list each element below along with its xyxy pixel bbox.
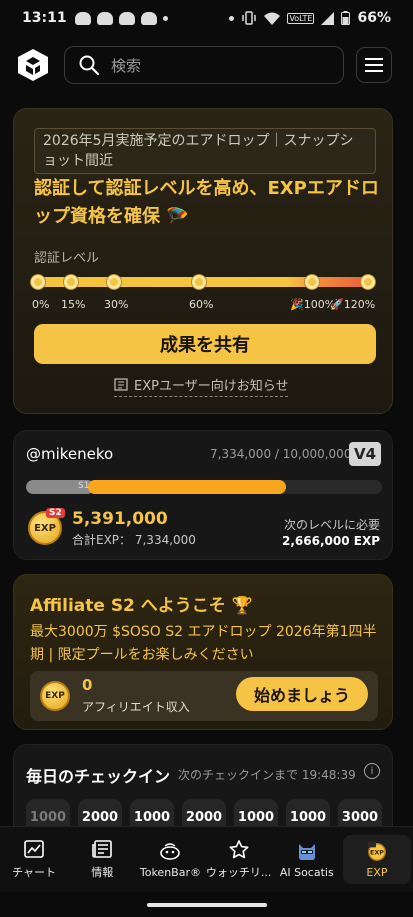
level-badge: V4 <box>349 442 381 466</box>
more-notifications-icon <box>162 15 168 21</box>
chart-icon <box>23 839 45 859</box>
next-level-value: 2,666,000 EXP <box>282 534 380 548</box>
affiliate-title: Affiliate S2 へようこそ 🏆 <box>30 596 253 616</box>
bottom-navigation: チャート 情報 TokenBar® ウォッチリ... AI Socatis EX… <box>0 826 413 892</box>
level-tick-dot <box>361 275 375 289</box>
wifi-icon <box>264 12 281 25</box>
exp-amount: 5,391,000 <box>72 509 168 529</box>
share-achievement-button[interactable]: 成果を共有 <box>34 324 376 364</box>
level-tick-label: 0% <box>32 298 50 311</box>
news-icon <box>91 839 113 859</box>
verification-level-label: 認証レベル <box>34 251 100 266</box>
level-tick-dot <box>64 275 78 289</box>
level-tick-dot <box>107 275 121 289</box>
airdrop-schedule-tag: 2026年5月実施予定のエアドロップ｜スナップショット間近 <box>34 128 376 174</box>
volte-icon: VoLTE <box>287 12 315 24</box>
battery-icon <box>341 11 351 25</box>
level-tick-dot <box>305 275 319 289</box>
start-affiliate-button[interactable]: 始めましょう <box>236 677 368 711</box>
dot-icon <box>229 15 235 21</box>
affiliate-description: 最大3000万 $SOSO S2 エアドロップ 2026年第1四半期 | 限定プ… <box>30 624 377 663</box>
nav-watchlist-label: ウォッチリ... <box>205 866 272 879</box>
level-tick-label: 15% <box>61 298 86 311</box>
nav-tokenbar[interactable]: TokenBar® <box>136 827 204 892</box>
search-icon <box>79 55 99 75</box>
app-notification-icon <box>118 11 135 25</box>
battery-level: 66% <box>357 10 391 26</box>
exp-coin-icon: EXP <box>40 681 70 711</box>
nav-watchlist[interactable]: ウォッチリ... <box>205 827 273 892</box>
next-level-label: 次のレベルに必要 <box>283 518 380 532</box>
season1-label: S1 <box>78 481 90 491</box>
affiliate-earnings-amount: 0 <box>82 676 93 694</box>
sosovalue-logo[interactable] <box>16 48 50 82</box>
exp-airdrop-card: 2026年5月実施予定のエアドロップ｜スナップショット間近 認証して認証レベルを… <box>13 108 393 414</box>
level-tick-dot <box>192 275 206 289</box>
app-notification-icon <box>140 11 157 25</box>
level-tick-label: 🎉100% <box>290 298 336 311</box>
nav-ai-socatis[interactable]: AI Socatis <box>273 827 341 892</box>
status-bar: 13:11 VoLTE 66% <box>0 0 413 36</box>
exp-card-title: 認証して認証レベルを高め、EXPエアドロップ資格を確保 🪂 <box>34 178 379 227</box>
app-notification-icon <box>96 11 113 25</box>
nav-tokenbar-label: TokenBar® <box>139 865 201 879</box>
affiliate-card: Affiliate S2 へようこそ 🏆 最大3000万 $SOSO S2 エア… <box>13 574 393 730</box>
nav-exp-label: EXP <box>366 865 388 879</box>
exp-total: 合計EXP： 7,334,000 <box>72 533 196 547</box>
search-bar[interactable]: 検索 <box>64 46 344 84</box>
username[interactable]: @mikeneko <box>26 445 113 463</box>
signal-icon <box>321 11 335 25</box>
menu-button[interactable] <box>356 47 392 83</box>
document-icon <box>114 378 128 391</box>
nav-chart[interactable]: チャート <box>0 827 68 892</box>
level-tick-label: 30% <box>104 298 129 311</box>
notification-icons <box>74 11 168 25</box>
user-level-card: @mikeneko 7,334,000 / 10,000,000 V4 S1 E… <box>13 430 393 560</box>
vibrate-icon <box>242 11 257 25</box>
nav-news[interactable]: 情報 <box>68 827 136 892</box>
exp-icon: EXP <box>366 841 388 861</box>
level-tick-dot <box>31 275 45 289</box>
status-time: 13:11 <box>22 10 67 26</box>
nav-exp[interactable]: EXP EXP <box>342 835 412 884</box>
svg-text:EXP: EXP <box>370 848 384 856</box>
star-icon <box>228 839 250 859</box>
season2-segment <box>88 480 286 494</box>
tokenbar-icon <box>159 841 181 861</box>
home-indicator[interactable] <box>147 903 267 907</box>
checkin-countdown: 次のチェックインまで 19:48:39 <box>178 768 356 782</box>
level-tick-label: 60% <box>189 298 214 311</box>
level-tick-label: 🚀120% <box>330 298 376 311</box>
season-badge: S2 <box>46 508 65 518</box>
nav-ai-socatis-label: AI Socatis <box>279 865 334 879</box>
app-notification-icon <box>74 11 91 25</box>
level-progress-bar: S1 <box>26 480 382 494</box>
affiliate-earnings-panel: EXP 0 アフィリエイト収入 始めましょう <box>30 671 378 721</box>
app-header: 検索 <box>0 40 413 90</box>
hamburger-icon <box>365 58 383 72</box>
search-placeholder: 検索 <box>111 56 142 75</box>
exp-notice-text: EXPユーザー向けお知らせ <box>134 379 289 394</box>
info-icon[interactable]: i <box>364 763 380 779</box>
checkin-title: 毎日のチェックイン <box>26 767 171 786</box>
ai-cat-icon <box>296 841 318 861</box>
nav-news-label: 情報 <box>91 866 114 879</box>
affiliate-earnings-label: アフィリエイト収入 <box>82 700 190 714</box>
nav-chart-label: チャート <box>12 866 57 879</box>
exp-notice-link[interactable]: EXPユーザー向けお知らせ <box>114 375 289 397</box>
level-progress-text: 7,334,000 / 10,000,000 <box>210 447 352 461</box>
